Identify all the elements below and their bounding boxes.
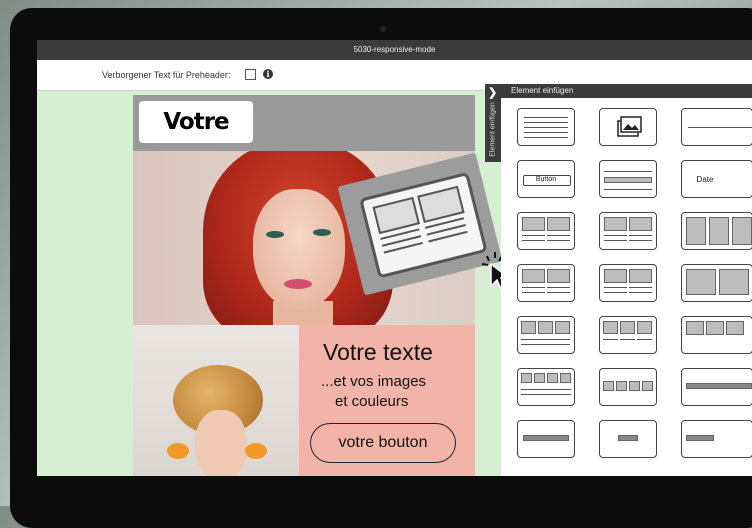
element-tile-3col-image-text-b[interactable] (599, 316, 657, 354)
element-tile-2col-image-text-c[interactable] (599, 212, 657, 250)
element-tile-date[interactable]: Date (681, 160, 752, 198)
window-title: 5030-responsive-mode (37, 40, 752, 60)
element-tile-text[interactable] (517, 108, 575, 146)
text-line-2: et couleurs (335, 393, 409, 410)
element-tile-2col-image-text-b[interactable] (517, 264, 575, 302)
element-tile-line[interactable] (681, 108, 752, 146)
cta-button[interactable]: votre bouton (310, 423, 456, 463)
logo-row[interactable]: Votre logo (133, 95, 475, 177)
email-preview: Votre logo Votre texte ...et vos images … (133, 95, 475, 476)
text-title: Votre texte (323, 339, 433, 365)
preheader-checkbox[interactable] (245, 69, 256, 80)
element-tile-2col-image-text[interactable] (517, 212, 575, 250)
side-panel-tab[interactable]: ❯ Element einfügen (485, 84, 501, 162)
element-tile-3col-image-text[interactable] (517, 316, 575, 354)
logo-block[interactable]: Votre logo (139, 101, 253, 177)
info-icon[interactable]: i (263, 69, 273, 79)
panel-header: Element einfügen (501, 84, 752, 98)
element-tile-dividers[interactable] (517, 420, 575, 458)
element-tile-divider-long[interactable] (681, 368, 752, 406)
element-tile-4col-image-b[interactable] (599, 368, 657, 406)
side-tab-label: Element einfügen (489, 102, 497, 157)
text-block[interactable]: Votre texte ...et vos images et couleurs… (299, 325, 475, 476)
element-panel: Element einfügen Button Date (501, 84, 752, 476)
element-tile-divider-block[interactable] (599, 160, 657, 198)
secondary-image[interactable] (133, 325, 299, 476)
element-tile-image-text-f[interactable] (681, 264, 752, 302)
element-tile-4col-image[interactable] (517, 368, 575, 406)
image-icon (617, 116, 642, 137)
element-tile-image-text-e[interactable] (681, 212, 752, 250)
element-tile-divider-mid[interactable] (681, 420, 752, 458)
editor-screen: 5030-responsive-mode Verborgener Text fü… (37, 40, 752, 476)
text-line-1: ...et vos images (321, 373, 427, 390)
element-tile-image[interactable] (599, 108, 657, 146)
preheader-label: Verborgener Text für Preheader: (102, 70, 231, 80)
element-tile-button[interactable]: Button (517, 160, 575, 198)
webcam (380, 26, 386, 32)
element-tile-3col-image-c[interactable] (681, 316, 752, 354)
element-tile-2col-image-text-d[interactable] (599, 264, 657, 302)
element-tile-short-divider[interactable] (599, 420, 657, 458)
